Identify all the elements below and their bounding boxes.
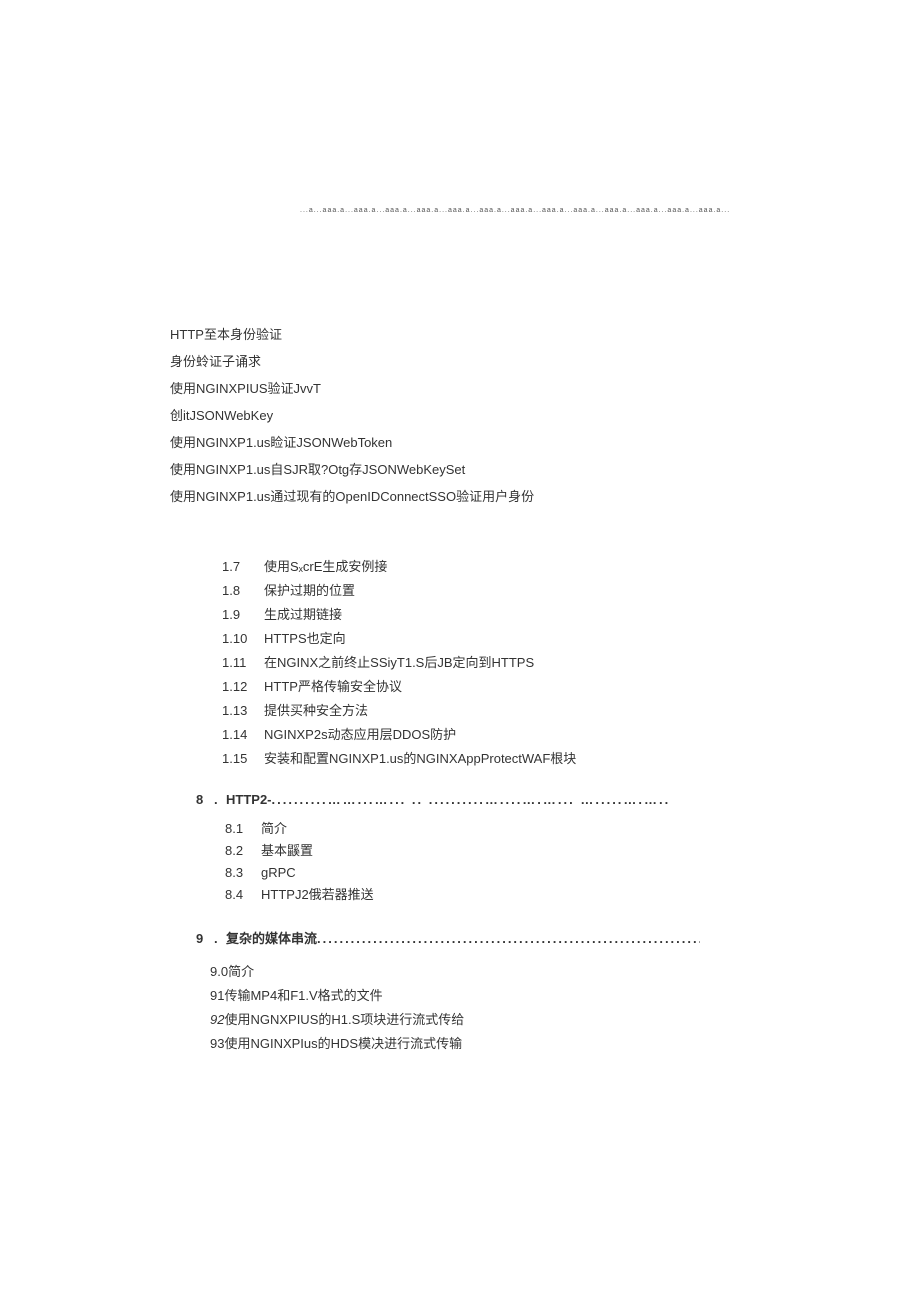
toc-num: 1.12 [222,675,264,699]
block1-item: 使用NGINXP1.us自SJR取?Otg存JSONWebKeySet [170,457,534,483]
section-number: 8 [196,792,214,807]
toc-num: 8.4 [225,884,261,906]
toc-text: 传输MP4和F1.V格式的文件 [224,988,382,1003]
toc-num: 9.0 [210,964,228,979]
toc-row: 1.11在NGINX之前终止SSiyT1.S后JB定向到HTTPS [222,651,576,675]
toc-num: 93 [210,1036,224,1051]
leader-dots: ..........……...…... .. ..........…....….… [272,792,721,807]
toc-text: 简介 [261,818,287,840]
section-dot: . [214,792,226,807]
toc-text: 基本鼷置 [261,840,313,862]
toc-text: 使用NGINXPIus的HDS模决进行流式传输 [224,1036,462,1051]
block1-item: 使用NGINXPIUS验证JvvT [170,376,534,402]
toc-row: 1.9生成过期链接 [222,603,576,627]
section-dot: . [214,931,226,946]
toc-text: 生成过期链接 [264,603,342,627]
toc-row: 1.15安装和配置NGINXP1.us的NGINXAppProtectWAF根块 [222,747,576,771]
section-9-sublist: 9.0简介 91传输MP4和F1.V格式的文件 92使用NGNXPIUS的H1.… [210,960,464,1056]
toc-num: 1.11 [222,651,264,675]
toc-text: 简介 [228,964,254,979]
toc-text: HTTPS也定向 [264,627,346,651]
toc-text: HTTPJ2俄若器推送 [261,884,374,906]
toc-row: 1.13提供买种安全方法 [222,699,576,723]
toc-row: 8.4HTTPJ2俄若器推送 [225,884,374,906]
toc-row: 1.7使用SₓcrE生成安例接 [222,555,576,579]
toc-text: 安装和配置NGINXP1.us的NGINXAppProtectWAF根块 [264,747,576,771]
toc-num: 1.13 [222,699,264,723]
block1-list: HTTP至本身份验证 身份蛉证子诵求 使用NGINXPIUS验证JvvT 创it… [170,322,534,511]
toc-text: 保护过期的位置 [264,579,355,603]
section-title: 复杂的媒体串流 [226,928,317,947]
toc-text: 提供买种安全方法 [264,699,368,723]
toc-row: 8.2基本鼷置 [225,840,374,862]
toc-num: 8.2 [225,840,261,862]
section-number: 9 [196,931,214,946]
toc-text: 使用NGNXPIUS的H1.S项块进行流式传给 [224,1012,464,1027]
toc-row: 8.3gRPC [225,862,374,884]
block2-list: 1.7使用SₓcrE生成安例接 1.8保护过期的位置 1.9生成过期链接 1.1… [222,555,576,771]
toc-row: 1.8保护过期的位置 [222,579,576,603]
block1-item: 使用NGINXP1.us通过现有的OpenIDConnectSSO验证用户身份 [170,484,534,510]
toc-num: 8.1 [225,818,261,840]
toc-text: HTTP严格传输安全协议 [264,675,402,699]
toc-row: 92使用NGNXPIUS的H1.S项块进行流式传给 [210,1008,464,1032]
leader-dots: ........................................… [317,931,700,946]
block1-item: 创itJSONWebKey [170,403,534,429]
toc-row: 1.14NGINXP2s动态应用层DDOS防护 [222,723,576,747]
block1-item: HTTP至本身份验证 [170,322,534,348]
section-9-header: 9 . 复杂的媒体串流 ............................… [196,928,700,947]
dotted-header-line: ...a...aaa.a...aaa.a...aaa.a...aaa.a...a… [300,207,820,214]
toc-num: 1.8 [222,579,264,603]
toc-num: 1.9 [222,603,264,627]
section-8-header: 8 . HTTP2- ..........……...…... .. ......… [196,792,720,807]
toc-num: 91 [210,988,224,1003]
toc-row: 1.10HTTPS也定向 [222,627,576,651]
block1-item: 使用NGINXP1.us睑证JSONWebToken [170,430,534,456]
toc-num: 1.15 [222,747,264,771]
block1-item: 身份蛉证子诵求 [170,349,534,375]
toc-text: gRPC [261,862,296,884]
toc-row: 91传输MP4和F1.V格式的文件 [210,984,464,1008]
toc-text: 使用SₓcrE生成安例接 [264,555,387,579]
toc-row: 8.1简介 [225,818,374,840]
section-title: HTTP2- [226,792,272,807]
section-8-sublist: 8.1简介 8.2基本鼷置 8.3gRPC 8.4HTTPJ2俄若器推送 [225,818,374,906]
toc-text: NGINXP2s动态应用层DDOS防护 [264,723,456,747]
toc-num: 92 [210,1012,224,1027]
toc-num: 1.7 [222,555,264,579]
toc-num: 1.14 [222,723,264,747]
toc-num: 1.10 [222,627,264,651]
toc-row: 93使用NGINXPIus的HDS模决进行流式传输 [210,1032,464,1056]
toc-num: 8.3 [225,862,261,884]
toc-row: 9.0简介 [210,960,464,984]
toc-text: 在NGINX之前终止SSiyT1.S后JB定向到HTTPS [264,651,534,675]
toc-row: 1.12HTTP严格传输安全协议 [222,675,576,699]
